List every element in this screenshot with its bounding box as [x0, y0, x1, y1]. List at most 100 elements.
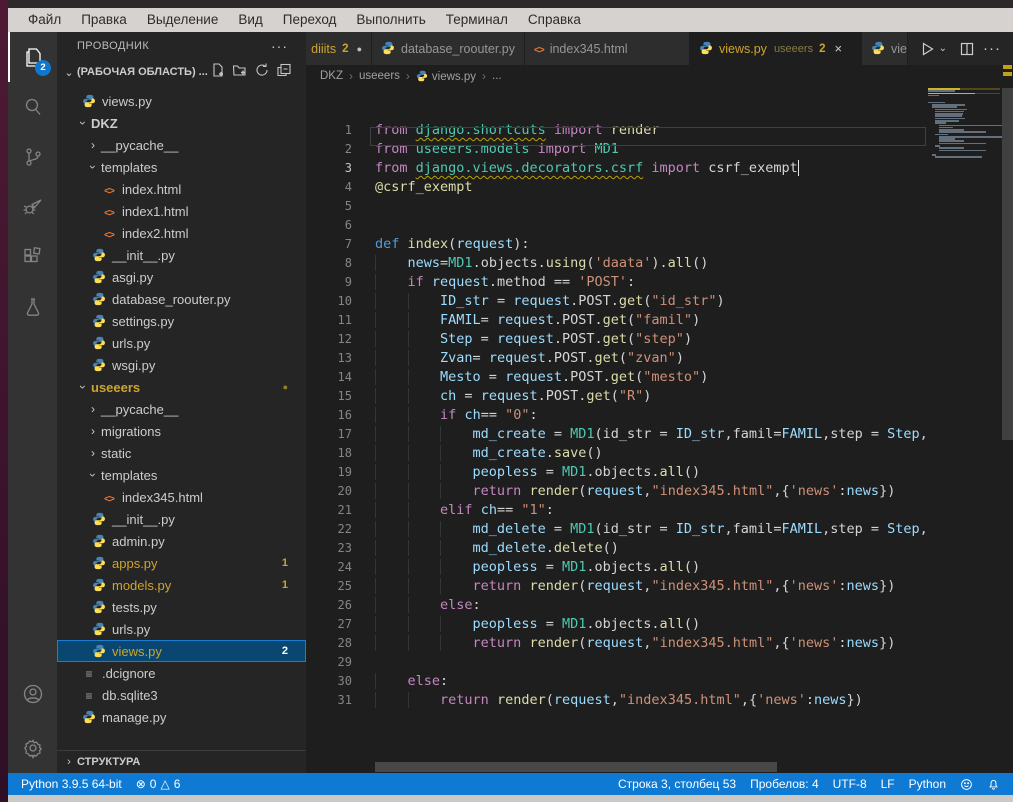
problems-status[interactable]: ⊗ 0 △ 6: [129, 773, 188, 795]
tree-item-migrations[interactable]: ›migrations: [57, 420, 306, 442]
code-line-10[interactable]: 10 ID_str = request.POST.get("id_str"): [306, 292, 928, 311]
tab-views-py[interactable]: views.pyuseeers2×: [690, 32, 862, 65]
indentation-status[interactable]: Пробелов: 4: [743, 773, 826, 795]
code-line-7[interactable]: 7def index(request):: [306, 235, 928, 254]
code-line-18[interactable]: 18 md_create.save(): [306, 444, 928, 463]
code-line-17[interactable]: 17 md_create = MD1(id_str = ID_str,famil…: [306, 425, 928, 444]
tree-item-wsgi-py[interactable]: wsgi.py: [57, 354, 306, 376]
run-debug-icon[interactable]: [8, 182, 57, 232]
tree-item-useeers[interactable]: ›useeers●: [57, 376, 306, 398]
code-line-15[interactable]: 15 ch = request.POST.get("R"): [306, 387, 928, 406]
vertical-scrollbar-handle[interactable]: [1002, 88, 1013, 440]
split-editor-icon[interactable]: [959, 41, 975, 57]
tree-item-tests-py[interactable]: tests.py: [57, 596, 306, 618]
tree-item-views-py[interactable]: views.py: [57, 90, 306, 112]
tab-diiits[interactable]: diiits2●: [306, 32, 372, 65]
code-line-24[interactable]: 24 peopless = MD1.objects.all(): [306, 558, 928, 577]
new-folder-icon[interactable]: [232, 62, 248, 83]
tree-item-admin-py[interactable]: admin.py: [57, 530, 306, 552]
outline-section-header[interactable]: › СТРУКТУРА: [57, 750, 306, 773]
code-editor[interactable]: 1from django.shortcuts import render2fro…: [306, 87, 928, 727]
tree-item-settings-py[interactable]: settings.py: [57, 310, 306, 332]
tree-item-static[interactable]: ›static: [57, 442, 306, 464]
encoding-status[interactable]: UTF-8: [826, 773, 874, 795]
code-line-23[interactable]: 23 md_delete.delete(): [306, 539, 928, 558]
tree-item-dkz[interactable]: ›DKZ: [57, 112, 306, 134]
code-line-1[interactable]: 1from django.shortcuts import render: [306, 121, 928, 140]
tree-item-urls-py[interactable]: urls.py: [57, 618, 306, 640]
tree-item--init-py[interactable]: __init__.py: [57, 244, 306, 266]
code-line-29[interactable]: 29: [306, 653, 928, 672]
tree-item-views-py[interactable]: views.py2: [57, 640, 306, 662]
code-line-25[interactable]: 25 return render(request,"index345.html"…: [306, 577, 928, 596]
collapse-all-icon[interactable]: [276, 62, 292, 83]
code-line-3[interactable]: 3from django.views.decorators.csrf impor…: [306, 159, 928, 178]
menu-item-вид[interactable]: Вид: [228, 8, 272, 32]
tree-item--dcignore[interactable]: ≡.dcignore: [57, 662, 306, 684]
tree-item-templates[interactable]: ›templates: [57, 464, 306, 486]
explorer-more-actions-icon[interactable]: ···: [271, 38, 288, 54]
tree-item-models-py[interactable]: models.py1: [57, 574, 306, 596]
tree-item-manage-py[interactable]: manage.py: [57, 706, 306, 728]
close-icon[interactable]: ×: [834, 41, 842, 56]
menu-item-терминал[interactable]: Терминал: [436, 8, 518, 32]
tree-item-urls-py[interactable]: urls.py: [57, 332, 306, 354]
code-line-31[interactable]: 31 return render(request,"index345.html"…: [306, 691, 928, 710]
menu-item-переход[interactable]: Переход: [273, 8, 347, 32]
code-line-12[interactable]: 12 Step = request.POST.get("step"): [306, 330, 928, 349]
tree-item-index-html[interactable]: <>index.html: [57, 178, 306, 200]
code-line-22[interactable]: 22 md_delete = MD1(id_str = ID_str,famil…: [306, 520, 928, 539]
menu-item-выполнить[interactable]: Выполнить: [346, 8, 435, 32]
code-line-28[interactable]: 28 return render(request,"index345.html"…: [306, 634, 928, 653]
code-line-26[interactable]: 26 else:: [306, 596, 928, 615]
code-line-20[interactable]: 20 return render(request,"index345.html"…: [306, 482, 928, 501]
code-line-5[interactable]: 5: [306, 197, 928, 216]
breadcrumb-item-dkz[interactable]: DKZ: [320, 70, 343, 82]
run-button[interactable]: [919, 41, 935, 57]
feedback-icon[interactable]: [953, 773, 980, 795]
account-icon[interactable]: [8, 669, 57, 719]
horizontal-scrollbar-handle[interactable]: [375, 762, 777, 772]
settings-icon[interactable]: [8, 723, 57, 773]
testing-icon[interactable]: [8, 282, 57, 332]
run-dropdown-chevron-icon[interactable]: ⌄: [939, 43, 947, 54]
menu-item-файл[interactable]: Файл: [18, 8, 71, 32]
code-line-14[interactable]: 14 Mesto = request.POST.get("mesto"): [306, 368, 928, 387]
tree-item-database-roouter-py[interactable]: database_roouter.py: [57, 288, 306, 310]
tab-index345-html[interactable]: <>index345.html: [525, 32, 690, 65]
menu-item-правка[interactable]: Правка: [71, 8, 137, 32]
menu-item-справка[interactable]: Справка: [518, 8, 591, 32]
python-interpreter-status[interactable]: Python 3.9.5 64-bit: [14, 773, 129, 795]
workspace-section-header[interactable]: ⌄ (РАБОЧАЯ ОБЛАСТЬ) ...: [57, 60, 306, 84]
tree-item--pycache-[interactable]: ›__pycache__: [57, 134, 306, 156]
tree-item-asgi-py[interactable]: asgi.py: [57, 266, 306, 288]
menu-item-выделение[interactable]: Выделение: [137, 8, 229, 32]
tree-item-index2-html[interactable]: <>index2.html: [57, 222, 306, 244]
eol-status[interactable]: LF: [874, 773, 902, 795]
code-line-2[interactable]: 2from useeers.models import MD1: [306, 140, 928, 159]
source-control-icon[interactable]: [8, 132, 57, 182]
code-line-16[interactable]: 16 if ch== "0":: [306, 406, 928, 425]
tab-vie[interactable]: vie: [862, 32, 908, 65]
breadcrumb-item--[interactable]: ...: [492, 70, 502, 82]
tree-item-apps-py[interactable]: apps.py1: [57, 552, 306, 574]
vertical-scrollbar[interactable]: [1001, 32, 1013, 773]
tree-item--pycache-[interactable]: ›__pycache__: [57, 398, 306, 420]
code-line-8[interactable]: 8 news=MD1.objects.using('daata').all(): [306, 254, 928, 273]
new-file-icon[interactable]: [210, 62, 226, 83]
breadcrumb-item-useeers[interactable]: useeers: [359, 70, 400, 82]
explorer-icon[interactable]: 2: [8, 32, 57, 82]
code-line-13[interactable]: 13 Zvan= request.POST.get("zvan"): [306, 349, 928, 368]
refresh-icon[interactable]: [254, 62, 270, 83]
language-mode-status[interactable]: Python: [902, 773, 953, 795]
code-line-21[interactable]: 21 elif ch== "1":: [306, 501, 928, 520]
tree-item-db-sqlite3[interactable]: ≡db.sqlite3: [57, 684, 306, 706]
code-line-11[interactable]: 11 FAMIL= request.POST.get("famil"): [306, 311, 928, 330]
code-line-9[interactable]: 9 if request.method == 'POST':: [306, 273, 928, 292]
breadcrumb-item-views-py[interactable]: views.py: [416, 70, 476, 83]
tree-item--init-py[interactable]: __init__.py: [57, 508, 306, 530]
code-line-6[interactable]: 6: [306, 216, 928, 235]
tree-item-templates[interactable]: ›templates: [57, 156, 306, 178]
cursor-position-status[interactable]: Строка 3, столбец 53: [611, 773, 743, 795]
notifications-bell-icon[interactable]: [980, 773, 1007, 795]
